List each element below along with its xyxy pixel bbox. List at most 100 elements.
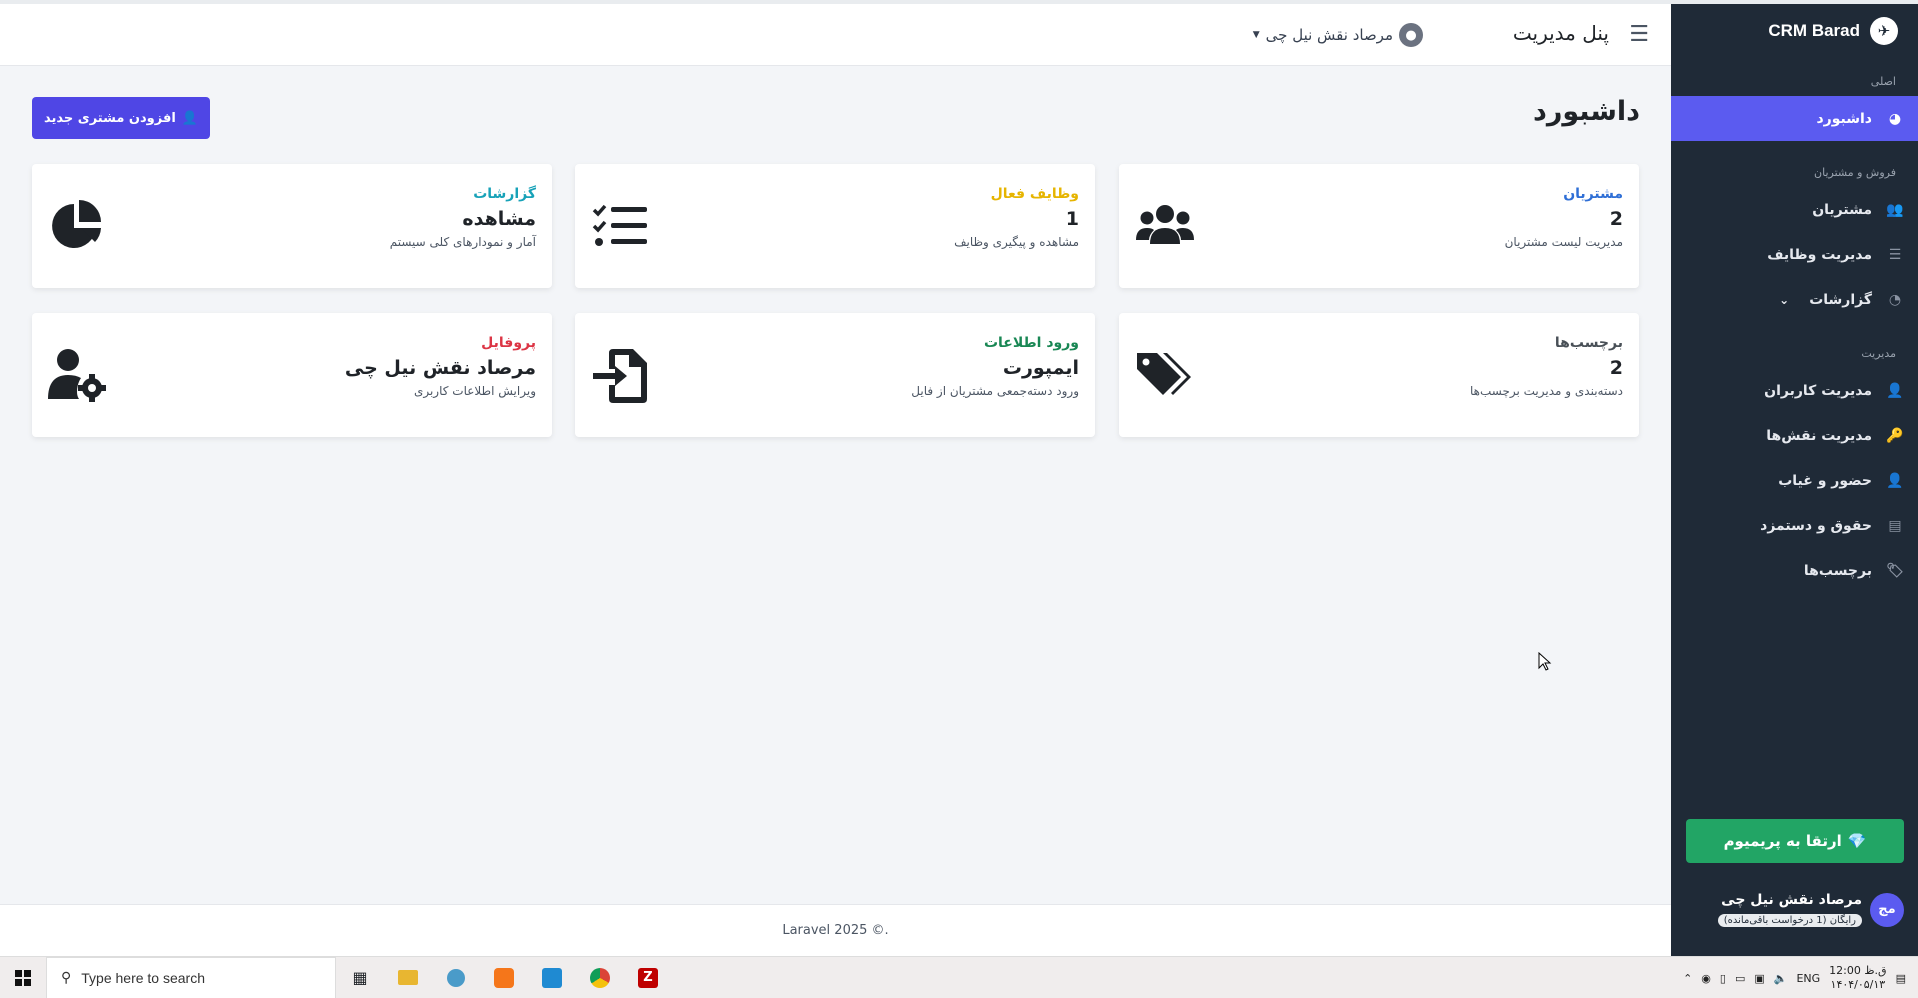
add-customer-label: افزودن مشتری جدید [44,110,176,126]
card-label: مشتریان [1563,186,1623,202]
brand[interactable]: ✈ CRM Barad [1671,4,1918,58]
sidebar-item-tags[interactable]: 🏷 برچسب‌ها [1671,548,1918,593]
user-circle-icon: ● [1399,23,1423,47]
sidebar-item-dashboard[interactable]: ◕ داشبورد [1671,96,1918,141]
clock[interactable]: 12:00 ق.ظ ۱۴۰۴/۰۵/۱۳ [1829,964,1886,992]
card-active-tasks[interactable]: وظایف فعال 1 مشاهده و پیگیری وظایف [575,164,1095,288]
sidebar-section-sales: فروش و مشتریان [1814,166,1896,179]
file-explorer-icon[interactable] [384,957,432,998]
rocket-icon: ✈ [1870,17,1898,45]
user-menu[interactable]: ● مرصاد نقش نیل چی ▼ [1253,23,1423,47]
system-tray: ⌃ ◉ ▯ ▭ ▣ 🔈 ENG 12:00 ق.ظ ۱۴۰۴/۰۵/۱۳ ▤ [1683,957,1918,998]
card-tags[interactable]: برچسب‌ها 2 دسته‌بندی و مدیریت برچسب‌ها [1119,313,1639,437]
sidebar-item-payroll[interactable]: ▤ حقوق و دستمزد [1671,503,1918,548]
sidebar-item-reports[interactable]: ◔ گزارشات ⌄ [1671,277,1918,322]
sidebar: ✈ CRM Barad اصلی ◕ داشبورد فروش و مشتریا… [1671,4,1918,956]
language-indicator[interactable]: ENG [1796,972,1820,985]
chevron-up-icon[interactable]: ⌃ [1683,972,1692,985]
card-label: وظایف فعال [990,186,1079,202]
card-desc: مدیریت لیست مشتریان [1504,235,1623,249]
card-desc: ویرایش اطلاعات کاربری [413,384,536,398]
vscode-icon[interactable] [528,957,576,998]
mouse-cursor-icon [1538,652,1552,671]
brand-name: CRM Barad [1768,21,1860,40]
sidebar-item-customers[interactable]: 👥 مشتریان [1671,187,1918,232]
task-view-icon[interactable]: ▦ [336,957,384,998]
pie-chart-icon [52,200,101,248]
users-icon: 👥 [1886,201,1904,218]
clock-date: ۱۴۰۴/۰۵/۱۳ [1830,978,1886,991]
network-app-icon[interactable] [432,957,480,998]
clock-time: 12:00 ق.ظ [1829,964,1887,977]
card-desc: آمار و نمودارهای کلی سیستم [389,235,536,249]
sidebar-item-label: داشبورد [1816,110,1873,127]
card-desc: دسته‌بندی و مدیریت برچسب‌ها [1469,384,1623,398]
avatar: مج [1870,892,1904,927]
tasks-icon: ☰ [1888,246,1902,263]
record-icon[interactable]: ◉ [1701,972,1711,985]
card-value: 2 [1609,208,1623,230]
user-cog-icon: 👤 [1886,382,1904,399]
volume-icon[interactable]: 🔈 [1774,972,1788,985]
sidebar-user[interactable]: مج مرصاد نقش نیل چی رایگان (1 درخواست با… [1717,892,1904,927]
top-header: ☰ پنل مدیریت ● مرصاد نقش نیل چی ▼ [0,4,1671,66]
tags-icon [1137,353,1191,395]
card-label: پروفایل [481,335,536,351]
sidebar-item-label: مشتریان [1812,201,1872,218]
sidebar-item-tasks[interactable]: ☰ مدیریت وظایف [1671,232,1918,277]
card-reports[interactable]: گزارشات مشاهده آمار و نمودارهای کلی سیست… [32,164,552,288]
sidebar-item-label: مدیریت نقش‌ها [1766,427,1872,444]
gem-icon: 💎 [1847,832,1867,850]
card-value: 1 [1065,208,1079,230]
page-title: داشبورد [1532,96,1640,127]
network-icon[interactable]: ▣ [1754,972,1764,985]
filezilla-icon[interactable]: Z [624,957,672,998]
key-icon: 🔑 [1886,427,1904,444]
card-customers[interactable]: مشتریان 2 مدیریت لیست مشتریان [1119,164,1639,288]
tag-icon: 🏷 [1886,562,1904,579]
card-label: برچسب‌ها [1554,335,1623,351]
chevron-down-icon[interactable]: ⌄ [1779,293,1789,307]
add-customer-button[interactable]: 👤 افزودن مشتری جدید [32,97,210,139]
notification-icon[interactable]: ▤ [1896,972,1906,985]
chrome-icon[interactable] [576,957,624,998]
upgrade-premium-button[interactable]: 💎 ارتقا به پریمیوم [1686,819,1904,863]
upgrade-premium-label: ارتقا به پریمیوم [1723,832,1842,850]
sidebar-item-label: مدیریت کاربران [1764,382,1872,399]
sidebar-item-roles[interactable]: 🔑 مدیریت نقش‌ها [1671,413,1918,458]
user-cog-icon [48,349,106,402]
sidebar-item-label: برچسب‌ها [1803,562,1872,579]
card-value: 2 [1609,357,1623,379]
sidebar-item-label: مدیریت وظایف [1767,246,1872,263]
sidebar-item-users[interactable]: 👤 مدیریت کاربران [1671,368,1918,413]
card-label: گزارشات [473,186,536,202]
xampp-icon[interactable] [480,957,528,998]
card-value: ایمپورت [1002,357,1079,379]
battery-icon[interactable]: ▭ [1735,972,1745,985]
sidebar-item-label: حضور و غیاب [1778,472,1872,489]
usb-icon[interactable]: ▯ [1720,972,1726,985]
file-import-icon [593,349,647,403]
caret-down-icon: ▼ [1252,30,1260,40]
panel-title: پنل مدیریت [1512,21,1609,45]
hamburger-menu-icon[interactable]: ☰ [1629,22,1649,47]
card-import[interactable]: ورود اطلاعات ایمپورت ورود دسته‌جمعی مشتر… [575,313,1095,437]
windows-start-button[interactable] [0,957,46,998]
footer-copyright: Laravel 2025 ©. [782,923,889,938]
card-value: مشاهده [462,208,536,230]
taskbar-search-input[interactable]: ⚲ Type here to search [46,956,336,998]
user-menu-name: مرصاد نقش نیل چی [1265,26,1393,44]
windows-logo-icon [15,969,31,986]
task-list-icon [592,204,647,246]
card-profile[interactable]: پروفایل مرصاد نقش نیل چی ویرایش اطلاعات … [32,313,552,437]
sidebar-section-main: اصلی [1870,75,1896,88]
card-label: ورود اطلاعات [983,335,1079,351]
user-clock-icon: 👤 [1886,472,1904,489]
card-desc: مشاهده و پیگیری وظایف [954,235,1079,249]
windows-taskbar: ⚲ Type here to search ▦ Z ⌃ ◉ ▯ ▭ ▣ 🔈 EN… [0,956,1918,998]
search-icon: ⚲ [61,969,72,985]
sidebar-item-label: گزارشات [1809,291,1872,308]
sidebar-item-attendance[interactable]: 👤 حضور و غیاب [1671,458,1918,503]
pie-chart-icon: ◔ [1888,291,1902,308]
taskbar-search-placeholder: Type here to search [81,969,206,986]
